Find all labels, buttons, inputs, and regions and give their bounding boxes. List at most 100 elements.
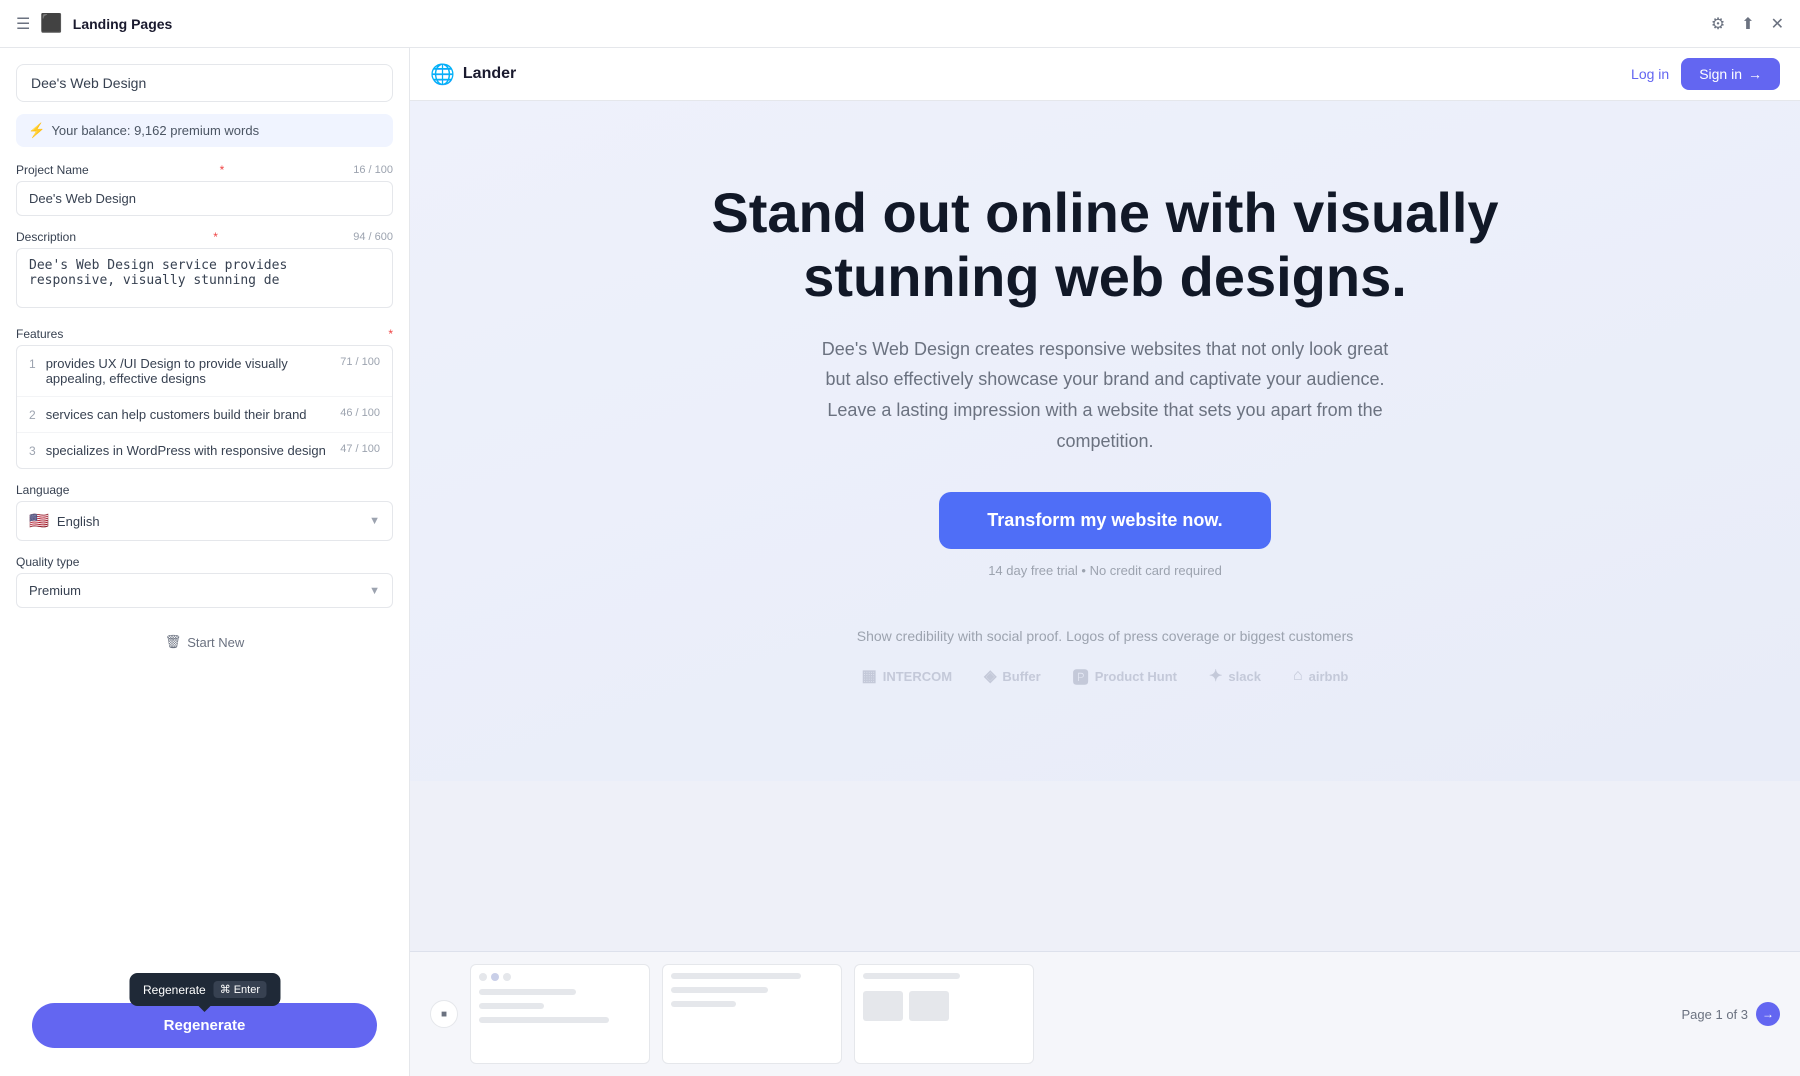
- next-page-button[interactable]: →: [1756, 1002, 1780, 1026]
- thumb-bar-6: [671, 1001, 736, 1007]
- thumb-bar-7: [863, 973, 960, 979]
- left-panel: ⚡ Your balance: 9,162 premium words Proj…: [0, 48, 410, 1076]
- language-label: Language: [16, 483, 69, 497]
- project-name-input[interactable]: [16, 181, 393, 216]
- bottom-left: ■: [430, 964, 1034, 1064]
- brand-name: Lander: [463, 65, 516, 83]
- required-star: *: [220, 163, 225, 177]
- required-star-feat: *: [388, 327, 393, 341]
- thumbnail-1: [470, 964, 650, 1064]
- close-icon[interactable]: ✕: [1771, 14, 1784, 34]
- feature-counter-2: 46 / 100: [340, 407, 380, 419]
- thumbnails: [470, 964, 1034, 1064]
- hero-cta-button[interactable]: Transform my website now.: [939, 492, 1270, 549]
- chevron-down-icon: ▼: [369, 515, 380, 527]
- logo-icon-0: ▦: [862, 666, 877, 686]
- feature-num-2: 2: [29, 407, 36, 422]
- feature-text-3: specializes in WordPress with responsive…: [46, 443, 333, 458]
- language-value: English: [57, 514, 100, 529]
- page-indicator-text: Page 1 of 3: [1682, 1007, 1749, 1022]
- description-counter: 94 / 600: [353, 231, 393, 243]
- required-star-desc: *: [213, 230, 218, 244]
- description-label-row: Description* 94 / 600: [16, 230, 393, 244]
- project-search-input[interactable]: [16, 64, 393, 102]
- hero-title: Stand out online with visually stunning …: [705, 181, 1505, 310]
- thumb-dot-1: [479, 973, 487, 981]
- feature-item-2: 2 services can help customers build thei…: [17, 397, 392, 433]
- menu-icon[interactable]: ☰: [16, 14, 30, 34]
- tooltip-label: Regenerate: [143, 983, 206, 997]
- enter-label: Enter: [234, 984, 260, 996]
- language-dropdown[interactable]: 🇺🇸 English ▼: [16, 501, 393, 541]
- thumb-bar-1: [479, 989, 576, 995]
- quality-dropdown[interactable]: Premium ▼: [16, 573, 393, 608]
- preview-actions: Log in Sign in →: [1631, 58, 1780, 90]
- app-icon: ⬛: [40, 13, 62, 34]
- project-name-counter: 16 / 100: [353, 164, 393, 176]
- thumb-bar-5: [671, 987, 768, 993]
- feature-text-1: provides UX /UI Design to provide visual…: [46, 356, 333, 386]
- login-link[interactable]: Log in: [1631, 66, 1669, 82]
- language-dropdown-left: 🇺🇸 English: [29, 511, 100, 531]
- thumb-row: [863, 991, 1025, 1021]
- logo-icon-4: ⌂: [1293, 667, 1303, 685]
- logo-name-3: slack: [1228, 669, 1261, 684]
- feature-counter-1: 71 / 100: [340, 356, 380, 368]
- logo-name-1: Buffer: [1002, 669, 1040, 684]
- cmd-icon: ⌘: [220, 983, 231, 996]
- features-label: Features: [16, 327, 63, 341]
- titlebar-left: ☰ ⬛ Landing Pages: [16, 13, 172, 34]
- quality-group: Quality type Premium ▼: [16, 555, 393, 608]
- quality-label: Quality type: [16, 555, 79, 569]
- trash-icon: 🗑: [165, 634, 182, 650]
- project-name-group: Project Name * 16 / 100: [16, 163, 393, 216]
- logo-name-4: airbnb: [1309, 669, 1349, 684]
- tooltip-kbd: ⌘ Enter: [214, 981, 266, 998]
- language-flag: 🇺🇸: [29, 511, 49, 531]
- thumb-bar-3: [479, 1017, 609, 1023]
- social-proof-section: Show credibility with social proof. Logo…: [470, 628, 1740, 688]
- project-name-label: Project Name: [16, 163, 89, 177]
- signin-label: Sign in: [1699, 66, 1742, 82]
- page-indicator: Page 1 of 3 →: [1682, 1002, 1781, 1026]
- thumb-dots: [479, 973, 641, 981]
- social-logo-product-hunt: 🅿Product Hunt: [1073, 664, 1177, 688]
- hero-subtitle: Dee's Web Design creates responsive webs…: [815, 334, 1395, 456]
- thumbnail-3: [854, 964, 1034, 1064]
- project-name-label-row: Project Name * 16 / 100: [16, 163, 393, 177]
- share-icon[interactable]: ⬆: [1741, 14, 1754, 34]
- balance-text: Your balance: 9,162 premium words: [51, 123, 259, 138]
- signin-button[interactable]: Sign in →: [1681, 58, 1780, 90]
- balance-badge: ⚡ Your balance: 9,162 premium words: [16, 114, 393, 147]
- features-label-row: Features *: [16, 327, 393, 341]
- thumb-dot-3: [503, 973, 511, 981]
- feature-item-1: 1 provides UX /UI Design to provide visu…: [17, 346, 392, 397]
- quality-dropdown-left: Premium: [29, 583, 81, 598]
- quality-label-row: Quality type: [16, 555, 393, 569]
- thumb-block-2: [909, 991, 949, 1021]
- titlebar: ☰ ⬛ Landing Pages ⚙ ⬆ ✕: [0, 0, 1800, 48]
- titlebar-title: Landing Pages: [73, 16, 173, 32]
- description-textarea[interactable]: Dee's Web Design service provides respon…: [16, 248, 393, 308]
- feature-num-1: 1: [29, 356, 36, 371]
- hero-trial-text: 14 day free trial • No credit card requi…: [470, 563, 1740, 578]
- logo-icon-1: ◈: [984, 666, 996, 686]
- quality-chevron-icon: ▼: [369, 585, 380, 597]
- preview-content: Stand out online with visually stunning …: [410, 101, 1800, 951]
- settings-icon[interactable]: ⚙: [1711, 14, 1725, 34]
- features-group: Features * 1 provides UX /UI Design to pr…: [16, 327, 393, 469]
- quality-value: Premium: [29, 583, 81, 598]
- social-proof-label: Show credibility with social proof. Logo…: [470, 628, 1740, 644]
- hero-section: Stand out online with visually stunning …: [410, 101, 1800, 781]
- feature-text-2: services can help customers build their …: [46, 407, 333, 422]
- start-new-button[interactable]: 🗑 Start New: [16, 622, 393, 662]
- regenerate-tooltip: Regenerate ⌘ Enter: [129, 973, 280, 1006]
- features-list: 1 provides UX /UI Design to provide visu…: [16, 345, 393, 469]
- feature-num-3: 3: [29, 443, 36, 458]
- social-logo-airbnb: ⌂ airbnb: [1293, 667, 1348, 685]
- thumb-dot-2: [491, 973, 499, 981]
- logo-icon-2: 🅿: [1073, 664, 1089, 688]
- social-logos: ▦INTERCOM◈Buffer🅿Product Hunt✦slack⌂airb…: [470, 664, 1740, 688]
- stop-button[interactable]: ■: [430, 1000, 458, 1028]
- arrow-icon: →: [1748, 66, 1762, 82]
